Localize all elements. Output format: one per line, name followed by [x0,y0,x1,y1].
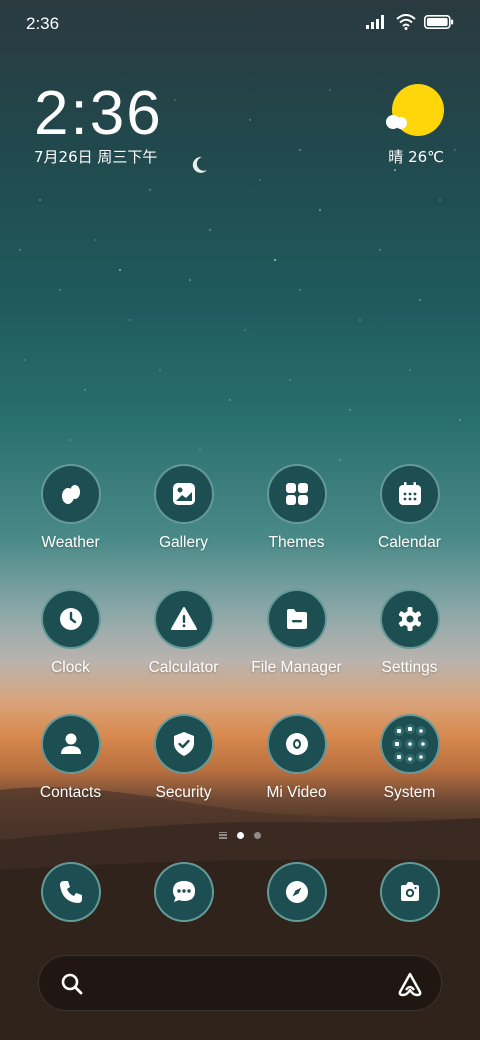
app-label: Mi Video [266,784,327,801]
app-security[interactable]: Security [127,714,240,802]
dock-browser[interactable] [240,862,353,922]
battery-icon [424,15,454,29]
dock-camera[interactable] [353,862,466,922]
dock [14,862,466,926]
assistant-icon[interactable] [395,969,425,999]
clock-widget-time[interactable]: 2:36 [34,78,163,149]
weather-condition-temp: 晴 26℃ [388,148,444,166]
weather-widget[interactable]: 晴 26℃ [384,84,444,166]
app-gallery[interactable]: Gallery [127,464,240,552]
app-label: Settings [381,659,438,676]
app-label: Clock [51,659,90,676]
app-label: Gallery [158,534,209,551]
app-calculator[interactable]: Calculator [127,589,240,677]
warning-triangle-icon [170,607,197,630]
app-label: Themes [268,534,325,551]
folder-icon [286,609,307,629]
app-label: Security [155,784,212,801]
app-file-manager[interactable]: File Manager [240,589,353,677]
dock-phone[interactable] [14,862,127,922]
status-icons [366,14,454,30]
app-label: Calendar [378,534,441,551]
video-icon [285,733,308,755]
folder-grid-icon [391,724,428,764]
menu-lines-icon [219,831,227,839]
signal-icon [366,15,384,29]
app-contacts[interactable]: Contacts [14,714,127,802]
app-themes[interactable]: Themes [240,464,353,552]
app-mi-video[interactable]: Mi Video [240,714,353,802]
moon-icon [192,156,207,173]
clock-widget-date: 7月26日 周三下午 [34,148,158,166]
shield-check-icon [173,732,194,756]
search-icon[interactable] [59,971,85,997]
themes-grid-icon [285,483,308,505]
app-label: Contacts [39,784,102,801]
dock-messages[interactable] [127,862,240,922]
app-label: File Manager [251,659,342,676]
phone-icon [59,881,82,903]
page-dot [254,831,261,839]
wifi-icon [396,14,416,30]
app-settings[interactable]: Settings [353,589,466,677]
clock-icon [59,608,82,630]
app-label: Calculator [148,659,219,676]
person-icon [60,733,81,754]
cloud-icon [386,115,407,129]
status-bar: 2:36 [0,0,480,50]
calendar-icon [398,482,421,505]
compass-icon [285,881,308,903]
status-time: 2:36 [26,14,60,33]
app-system-folder[interactable]: System [353,714,466,802]
messages-icon [172,881,195,902]
search-bar[interactable] [38,955,442,1011]
page-dot-active [237,831,244,839]
page-indicator[interactable] [200,828,280,842]
gear-icon [398,607,421,631]
app-label: Weather [41,534,100,551]
weather-drops-icon [61,485,80,504]
gallery-icon [172,483,195,505]
app-label: System [383,784,436,801]
app-calendar[interactable]: Calendar [353,464,466,552]
camera-icon [400,882,419,901]
app-clock[interactable]: Clock [14,589,127,677]
app-weather[interactable]: Weather [14,464,127,552]
